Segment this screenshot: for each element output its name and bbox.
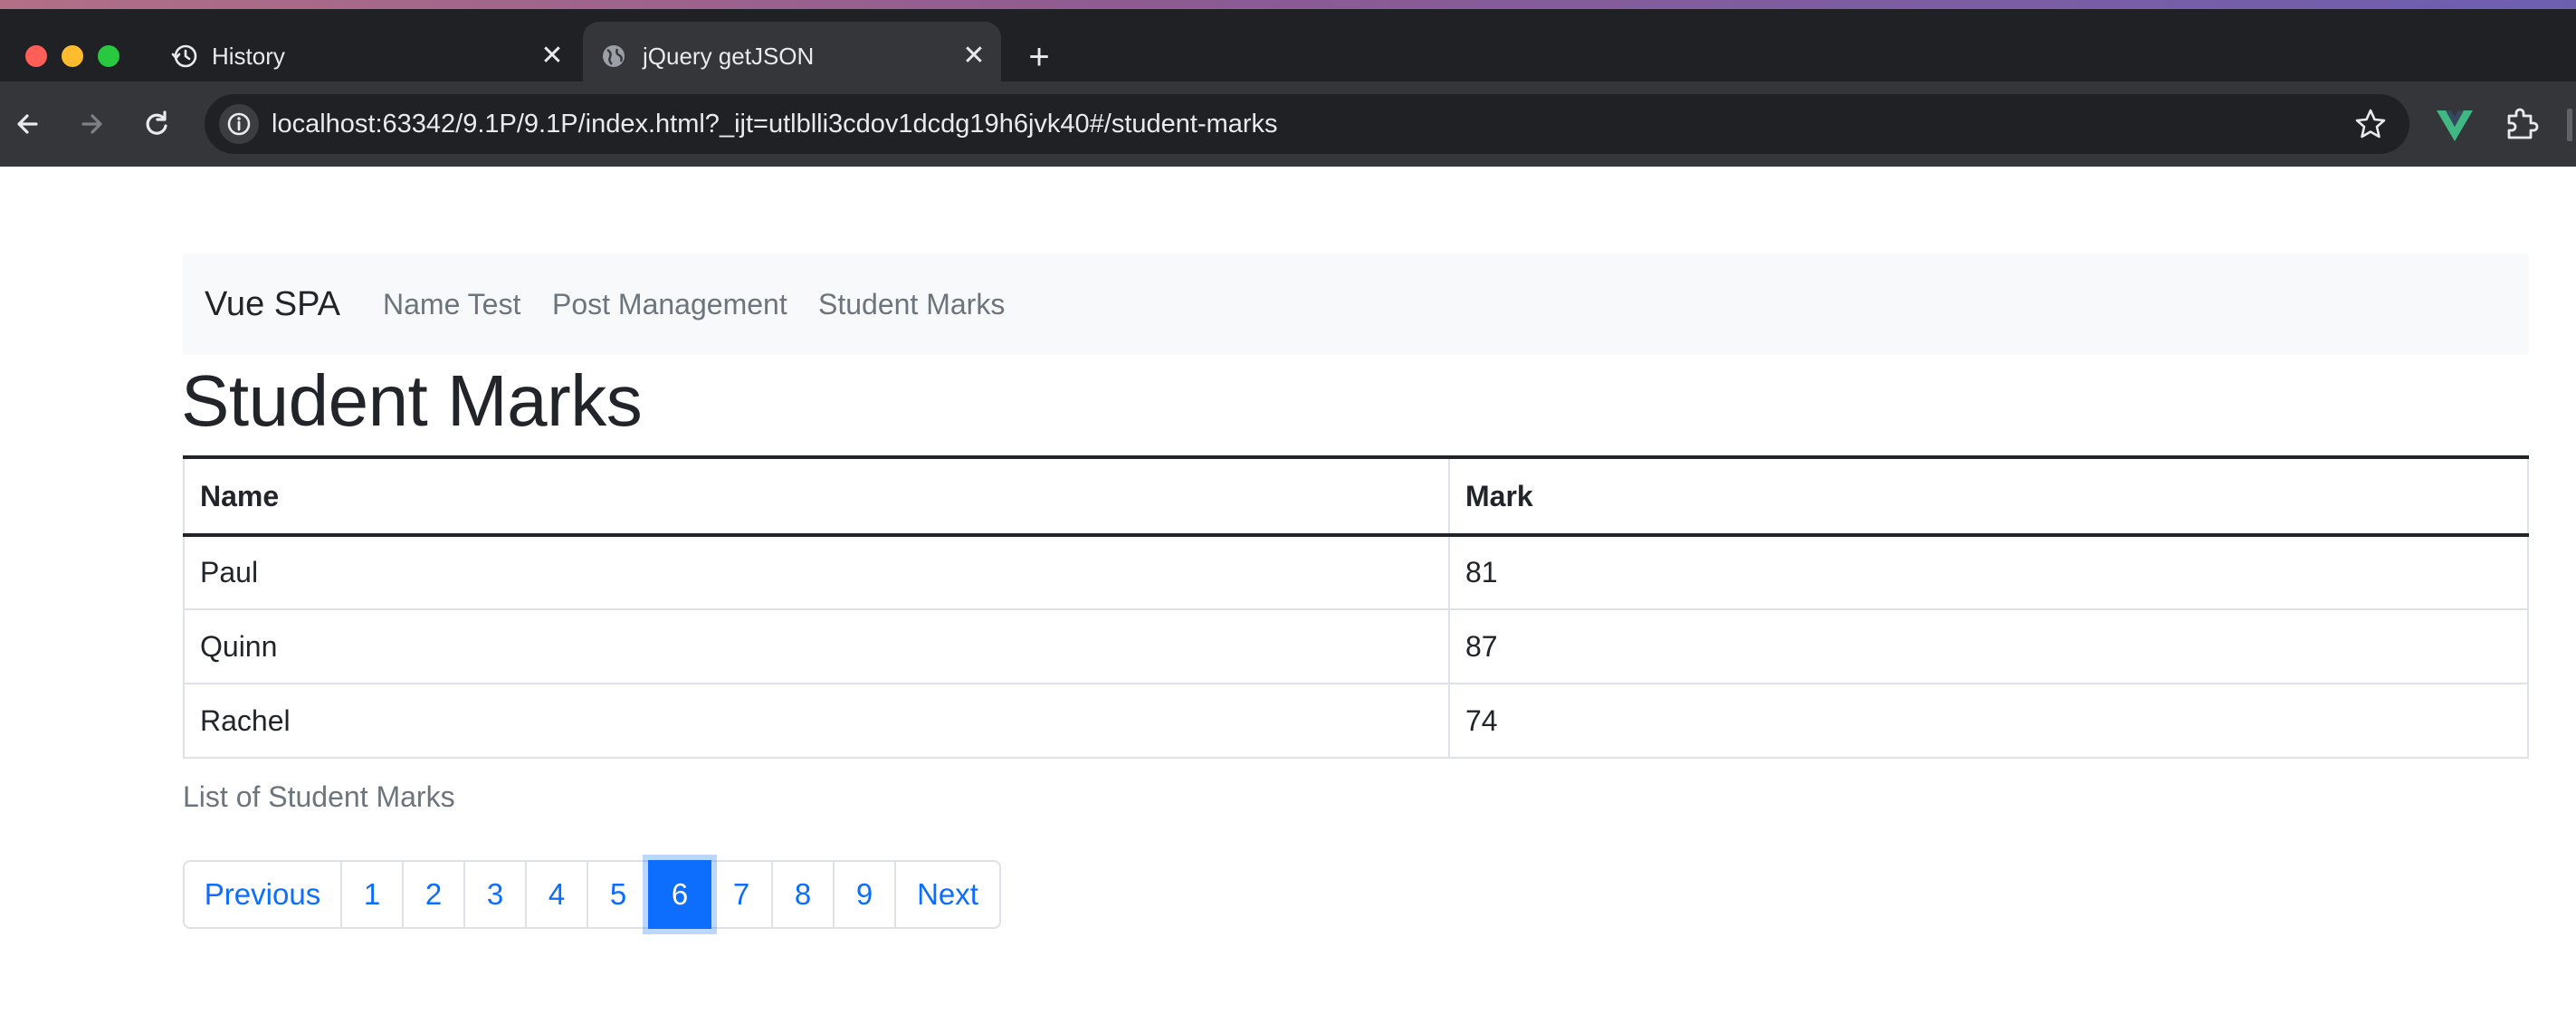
close-window-button[interactable] bbox=[25, 45, 47, 67]
table-caption: List of Student Marks bbox=[183, 780, 455, 813]
vue-devtools-extension-icon[interactable] bbox=[2435, 107, 2475, 143]
column-header-mark: Mark bbox=[1448, 455, 2529, 537]
new-tab-button[interactable]: + bbox=[1021, 39, 1057, 76]
maximize-window-button[interactable] bbox=[98, 45, 119, 67]
side-panel-edge[interactable] bbox=[2567, 109, 2572, 141]
extensions-puzzle-icon[interactable] bbox=[2502, 103, 2542, 143]
student-mark-cell: 87 bbox=[1448, 608, 2529, 684]
minimize-window-button[interactable] bbox=[62, 45, 83, 67]
reload-button[interactable] bbox=[136, 103, 177, 145]
student-marks-table: Name Mark Paul 81 Quinn 87 Rachel 74 bbox=[183, 455, 2529, 759]
forward-button[interactable] bbox=[71, 103, 112, 145]
student-name-cell: Rachel bbox=[183, 683, 1450, 759]
table-row: Paul 81 bbox=[183, 534, 2529, 610]
address-bar[interactable]: localhost:63342/9.1P/9.1P/index.html?_ij… bbox=[205, 94, 2409, 154]
arrow-right-icon bbox=[81, 114, 102, 134]
table-row: Quinn 87 bbox=[183, 608, 2529, 684]
nav-link-name-test[interactable]: Name Test bbox=[383, 254, 520, 355]
nav-link-post-management[interactable]: Post Management bbox=[552, 254, 787, 355]
student-mark-cell: 74 bbox=[1448, 683, 2529, 759]
url-text[interactable]: localhost:63342/9.1P/9.1P/index.html?_ij… bbox=[272, 94, 1278, 154]
pagination-page-3[interactable]: 3 bbox=[463, 860, 527, 929]
nav-link-student-marks[interactable]: Student Marks bbox=[818, 254, 1005, 355]
tab-history[interactable]: History ✕ bbox=[154, 22, 579, 91]
pagination-page-7[interactable]: 7 bbox=[710, 860, 773, 929]
navbar-brand[interactable]: Vue SPA bbox=[205, 254, 340, 355]
tab-title: jQuery getJSON bbox=[643, 43, 815, 70]
pagination-page-4[interactable]: 4 bbox=[525, 860, 588, 929]
reload-icon bbox=[146, 110, 167, 135]
pagination-page-8[interactable]: 8 bbox=[771, 860, 835, 929]
table-header-row: Name Mark bbox=[183, 455, 2529, 537]
pagination-page-6-current[interactable]: 6 bbox=[648, 860, 711, 929]
pagination-page-9[interactable]: 9 bbox=[833, 860, 896, 929]
bookmark-star-icon[interactable] bbox=[2353, 107, 2388, 141]
site-navbar: Vue SPA Name Test Post Management Studen… bbox=[183, 254, 2529, 355]
student-mark-cell: 81 bbox=[1448, 534, 2529, 610]
pagination-page-1[interactable]: 1 bbox=[340, 860, 404, 929]
tab-title: History bbox=[212, 43, 285, 70]
close-tab-icon[interactable]: ✕ bbox=[538, 42, 567, 71]
browser-toolbar: localhost:63342/9.1P/9.1P/index.html?_ij… bbox=[0, 81, 2576, 167]
globe-icon bbox=[599, 42, 628, 71]
window-top-accent bbox=[0, 0, 2576, 9]
pagination-next-button[interactable]: Next bbox=[894, 860, 1001, 929]
pagination: Previous 1 2 3 4 5 6 7 8 9 Next bbox=[183, 860, 1001, 929]
tab-jquery-getjson[interactable]: jQuery getJSON ✕ bbox=[583, 22, 1001, 91]
page-title: Student Marks bbox=[181, 360, 643, 441]
pagination-previous-button[interactable]: Previous bbox=[183, 860, 342, 929]
student-name-cell: Paul bbox=[183, 534, 1450, 610]
student-name-cell: Quinn bbox=[183, 608, 1450, 684]
pagination-page-5[interactable]: 5 bbox=[587, 860, 650, 929]
close-tab-icon[interactable]: ✕ bbox=[959, 42, 988, 71]
tab-strip: History ✕ jQuery getJSON ✕ + bbox=[0, 9, 2576, 91]
pagination-page-2[interactable]: 2 bbox=[402, 860, 465, 929]
column-header-name: Name bbox=[183, 455, 1450, 537]
back-button[interactable] bbox=[7, 103, 49, 145]
arrow-left-icon bbox=[17, 114, 38, 134]
history-icon bbox=[170, 42, 199, 71]
table-row: Rachel 74 bbox=[183, 683, 2529, 759]
site-info-icon[interactable] bbox=[219, 104, 259, 144]
